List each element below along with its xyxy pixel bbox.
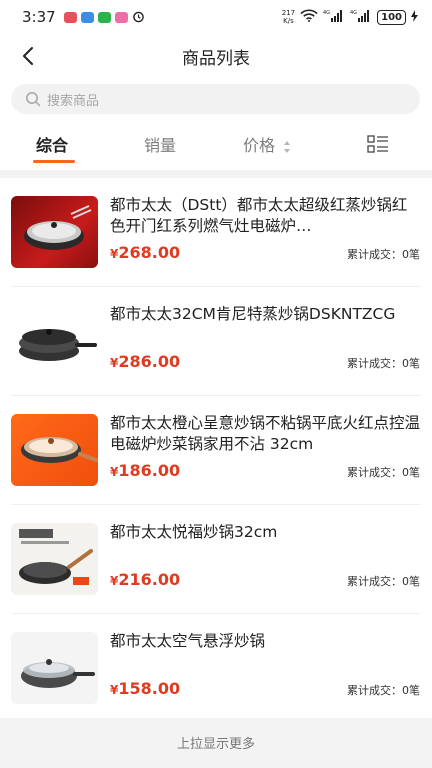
chat-pink-icon [114, 11, 128, 23]
product-name: 都市太太橙心呈意炒锅不粘锅平底火红点控温电磁炉炒菜锅家用不沾 32cm [110, 414, 420, 453]
battery-indicator: 100 [377, 9, 406, 25]
alarm-icon [132, 8, 145, 27]
wifi-icon [300, 9, 318, 25]
product-item[interactable]: 都市太太空气悬浮炒锅 ¥158.00 累计成交：0笔 [0, 614, 432, 723]
product-price: ¥186.00 [110, 461, 181, 480]
svg-text:4G: 4G [350, 10, 357, 16]
svg-text:4G: 4G [323, 10, 330, 16]
tab-comprehensive[interactable]: 综合 [36, 132, 68, 156]
product-name: 都市太太32CM肯尼特蒸炒锅DSKNTZCG [110, 305, 396, 323]
load-more-text: 上拉显示更多 [176, 737, 255, 752]
product-name: 都市太太空气悬浮炒锅 [110, 632, 266, 650]
product-sold-count: 累计成交：0笔 [347, 466, 420, 479]
signal-4g-icon: 4G [323, 9, 345, 25]
product-sold-count: 累计成交：0笔 [347, 357, 420, 370]
product-item[interactable]: 都市太太（DStt）都市太太超级红蒸炒锅红色开门红系列燃气灶电磁炉… ¥268.… [0, 178, 432, 287]
yuefu-wok-image [11, 523, 98, 595]
air-float-wok-image [11, 632, 98, 704]
page-title: 商品列表 [182, 49, 250, 69]
status-time: 3:37 [22, 8, 56, 26]
view-toggle-button[interactable] [367, 135, 389, 153]
mail-blue-icon [80, 11, 94, 23]
signal-4g-2-icon: 4G [350, 9, 372, 25]
status-right: 217 K/s 4G 4G 100 [282, 9, 418, 25]
tab-price-label: 价格 [243, 136, 276, 155]
search-icon [26, 92, 41, 107]
product-sold-count: 累计成交：0笔 [347, 248, 420, 261]
nav-header: 商品列表 [0, 34, 432, 78]
tab-sales[interactable]: 销量 [144, 132, 176, 156]
search-placeholder: 搜索商品 [47, 93, 100, 109]
product-price: ¥158.00 [110, 679, 181, 698]
product-price: ¥286.00 [110, 352, 181, 371]
search-input[interactable]: 搜索商品 [11, 84, 420, 114]
tab-price[interactable]: 价格 [243, 132, 291, 156]
product-name: 都市太太（DStt）都市太太超级红蒸炒锅红色开门红系列燃气灶电磁炉… [110, 196, 408, 235]
product-sold-count: 累计成交：0笔 [347, 684, 420, 697]
product-price: ¥216.00 [110, 570, 181, 589]
charging-icon [411, 9, 418, 25]
list-view-icon [367, 135, 388, 153]
search-bar-container: 搜索商品 [0, 78, 432, 120]
product-list: 都市太太（DStt）都市太太超级红蒸炒锅红色开门红系列燃气灶电磁炉… ¥268.… [0, 178, 432, 718]
product-name: 都市太太悦福炒锅32cm [110, 523, 278, 541]
network-speed: 217 K/s [281, 9, 296, 25]
load-more-footer[interactable]: 上拉显示更多 [0, 718, 432, 768]
product-price: ¥268.00 [110, 243, 181, 262]
mail-app-icon [63, 11, 77, 23]
product-item[interactable]: 都市太太32CM肯尼特蒸炒锅DSKNTZCG ¥286.00 累计成交：0笔 [0, 287, 432, 396]
black-steam-wok-image [11, 305, 98, 377]
product-sold-count: 累计成交：0笔 [347, 575, 420, 588]
red-steam-wok-image [11, 196, 98, 268]
status-bar: 3:37 217 K/s 4G 4G 100 [0, 0, 432, 34]
notification-icons [63, 8, 145, 27]
active-tab-indicator [33, 160, 75, 163]
sort-arrows-icon [284, 140, 291, 153]
product-item[interactable]: 都市太太悦福炒锅32cm ¥216.00 累计成交：0笔 [0, 505, 432, 614]
wechat-icon [97, 11, 111, 23]
product-item[interactable]: 都市太太橙心呈意炒锅不粘锅平底火红点控温电磁炉炒菜锅家用不沾 32cm ¥186… [0, 396, 432, 505]
sort-tabs: 综合 销量 价格 [0, 120, 432, 170]
orange-wok-image [11, 414, 98, 486]
